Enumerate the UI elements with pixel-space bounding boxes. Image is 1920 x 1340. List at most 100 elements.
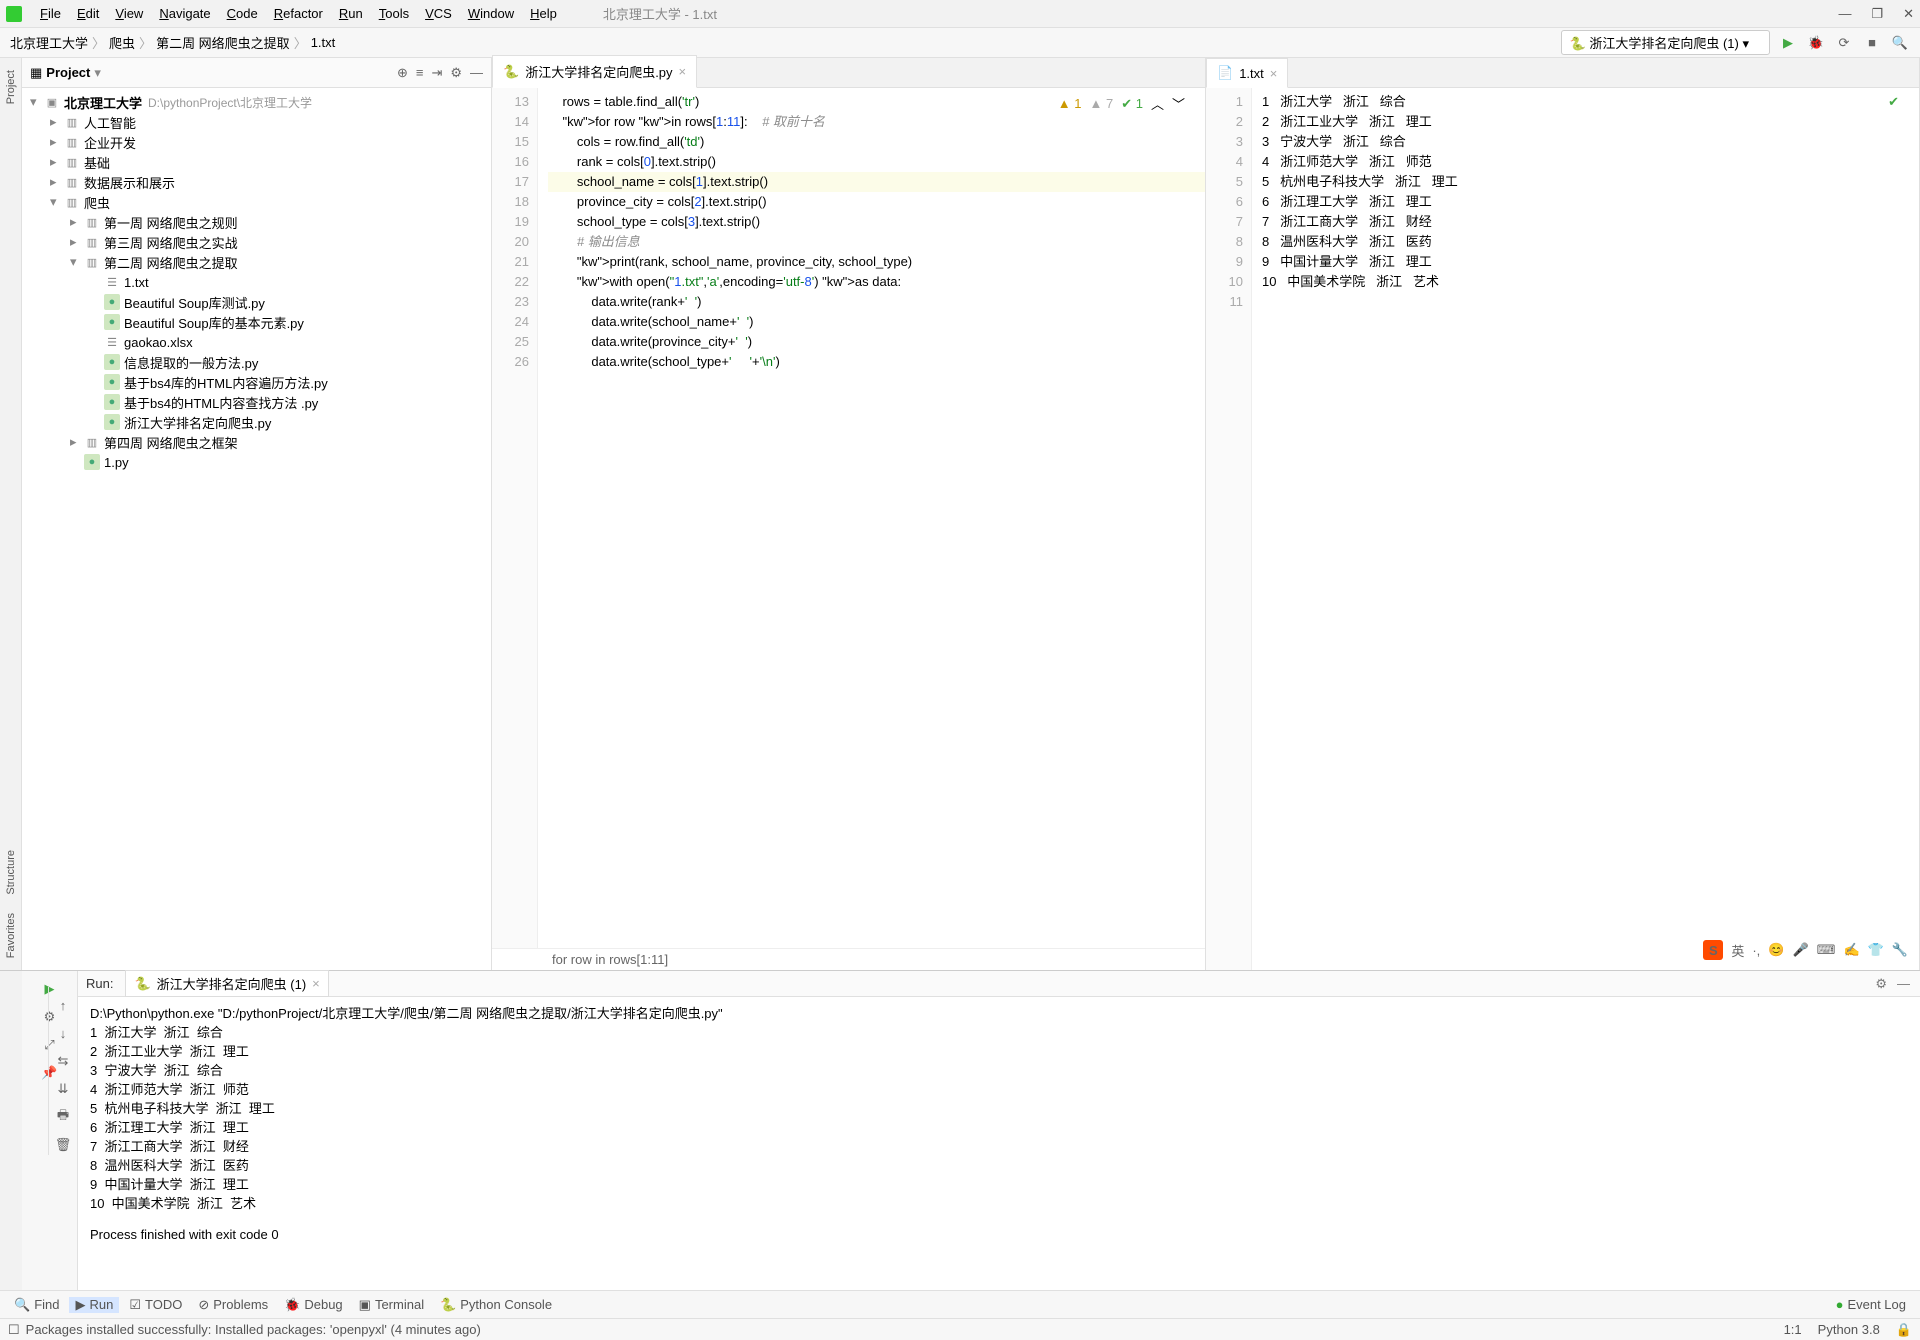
ime-punct-icon[interactable]: ·, xyxy=(1752,943,1760,958)
tree-item[interactable]: ▸▥企业开发 xyxy=(22,132,491,152)
editor-tab-python[interactable]: 🐍 浙江大学排名定向爬虫.py × xyxy=(492,55,697,88)
bottom-tool-strip: 🔍Find▶Run☑TODO⊘Problems🐞Debug▣Terminal🐍P… xyxy=(0,1290,1920,1318)
menu-view[interactable]: View xyxy=(109,6,149,21)
menu-tools[interactable]: Tools xyxy=(373,6,415,21)
caret-position[interactable]: 1:1 xyxy=(1784,1322,1802,1338)
close-button[interactable]: ✕ xyxy=(1903,6,1914,22)
lock-icon[interactable]: 🔒 xyxy=(1896,1322,1912,1338)
close-run-tab-button[interactable]: × xyxy=(312,976,320,991)
ime-hand-icon[interactable]: ✍ xyxy=(1843,942,1859,958)
breadcrumb-item[interactable]: 1.txt xyxy=(311,35,336,50)
soft-wrap-button[interactable]: ⇆ xyxy=(53,1051,73,1071)
tool-run[interactable]: ▶Run xyxy=(69,1297,119,1313)
up-stack-button[interactable]: ↑ xyxy=(53,995,73,1015)
menu-edit[interactable]: Edit xyxy=(71,6,105,21)
debug-button[interactable]: 🐞 xyxy=(1806,33,1826,53)
structure-tool-tab[interactable]: Structure xyxy=(5,846,17,899)
hide-run-button[interactable]: — xyxy=(1897,976,1910,992)
sogou-icon[interactable]: S xyxy=(1703,940,1723,960)
tree-item[interactable]: ●Beautiful Soup库的基本元素.py xyxy=(22,312,491,332)
hide-button[interactable]: — xyxy=(470,65,483,81)
menu-file[interactable]: File xyxy=(34,6,67,21)
close-tab-button[interactable]: × xyxy=(679,64,687,79)
tool-problems[interactable]: ⊘Problems xyxy=(192,1297,274,1313)
breadcrumb-item[interactable]: 北京理工大学 xyxy=(10,33,88,52)
run-settings-button[interactable]: ⚙ xyxy=(1875,976,1887,992)
tree-root[interactable]: ▾▣北京理工大学D:\pythonProject\北京理工大学 xyxy=(22,92,491,112)
print-button[interactable]: 🖶 xyxy=(53,1107,73,1127)
collapse-all-button[interactable]: ⇥ xyxy=(431,65,442,81)
scroll-end-button[interactable]: ⇊ xyxy=(53,1079,73,1099)
breadcrumb-item[interactable]: 第二周 网络爬虫之提取 xyxy=(156,33,290,52)
menu-run[interactable]: Run xyxy=(333,6,369,21)
tree-item[interactable]: ☰gaokao.xlsx xyxy=(22,332,491,352)
run-button[interactable]: ▶ xyxy=(1778,33,1798,53)
tree-item[interactable]: ●1.py xyxy=(22,452,491,472)
tree-item[interactable]: ☰1.txt xyxy=(22,272,491,292)
tree-item[interactable]: ▾▥第二周 网络爬虫之提取 xyxy=(22,252,491,272)
clear-button[interactable]: 🗑 xyxy=(53,1135,73,1155)
menu-help[interactable]: Help xyxy=(524,6,563,21)
ime-tool-icon[interactable]: 🔧 xyxy=(1892,942,1908,958)
prev-highlight-button[interactable]: ︿ xyxy=(1151,94,1164,113)
tree-item[interactable]: ●基于bs4库的HTML内容遍历方法.py xyxy=(22,372,491,392)
ime-skin-icon[interactable]: 👕 xyxy=(1868,942,1884,958)
menu-code[interactable]: Code xyxy=(221,6,264,21)
locate-button[interactable]: ⊕ xyxy=(397,65,408,81)
status-message: Packages installed successfully: Install… xyxy=(26,1322,481,1337)
ime-toolbar[interactable]: S 英 ·, 😊 🎤 ⌨ ✍ 👕 🔧 xyxy=(1699,936,1912,964)
window-title: 北京理工大学 - 1.txt xyxy=(603,4,717,23)
tool-python-console[interactable]: 🐍Python Console xyxy=(434,1297,558,1313)
tool-todo[interactable]: ☑TODO xyxy=(123,1297,188,1313)
run-console[interactable]: D:\Python\python.exe "D:/pythonProject/北… xyxy=(78,997,1920,1290)
chevron-down-icon[interactable]: ▾ xyxy=(94,65,101,81)
tree-item[interactable]: ●Beautiful Soup库测试.py xyxy=(22,292,491,312)
ime-emoji-icon[interactable]: 😊 xyxy=(1768,942,1784,958)
tree-item[interactable]: ▸▥基础 xyxy=(22,152,491,172)
menu-vcs[interactable]: VCS xyxy=(419,6,458,21)
inspection-widget[interactable]: ▲ 1 ▲ 7 ✔ 1 ︿ ﹀ xyxy=(1054,92,1189,115)
tree-item[interactable]: ▾▥爬虫 xyxy=(22,192,491,212)
coverage-button[interactable]: ⟳ xyxy=(1834,33,1854,53)
favorites-tool-tab[interactable]: Favorites xyxy=(5,909,17,962)
editor-breadcrumb[interactable]: for row in rows[1:11] xyxy=(492,948,1205,970)
tree-item[interactable]: ●信息提取的一般方法.py xyxy=(22,352,491,372)
tool-find[interactable]: 🔍Find xyxy=(8,1297,65,1313)
tree-item[interactable]: ●基于bs4的HTML内容查找方法 .py xyxy=(22,392,491,412)
search-everywhere-button[interactable]: 🔍 xyxy=(1890,33,1910,53)
run-session-tab[interactable]: 🐍 浙江大学排名定向爬虫 (1) × xyxy=(125,970,328,997)
maximize-button[interactable]: ❐ xyxy=(1871,6,1883,22)
run-tool-window: ▶ ⚙ ⤢ 📌 ↑ ↓ ⇆ ⇊ 🖶 🗑 Run: 🐍 浙江大学排名定向爬虫 (1… xyxy=(0,970,1920,1290)
settings-button[interactable]: ⚙ xyxy=(450,65,462,81)
run-label: Run: xyxy=(86,976,113,991)
stop-button[interactable]: ■ xyxy=(1862,33,1882,53)
down-stack-button[interactable]: ↓ xyxy=(53,1023,73,1043)
project-tree[interactable]: ▾▣北京理工大学D:\pythonProject\北京理工大学▸▥人工智能▸▥企… xyxy=(22,88,491,970)
code-editor-python[interactable]: 1314151617181920212223242526 rows = tabl… xyxy=(492,88,1205,948)
run-config-selector[interactable]: 🐍 浙江大学排名定向爬虫 (1) ▾ xyxy=(1561,30,1770,55)
tree-item[interactable]: ●浙江大学排名定向爬虫.py xyxy=(22,412,491,432)
editor-tab-txt[interactable]: 📄 1.txt × xyxy=(1206,58,1288,88)
ime-lang[interactable]: 英 xyxy=(1731,941,1744,960)
ime-mic-icon[interactable]: 🎤 xyxy=(1792,942,1808,958)
project-tool-tab[interactable]: Project xyxy=(5,66,17,108)
menu-refactor[interactable]: Refactor xyxy=(268,6,329,21)
minimize-button[interactable]: — xyxy=(1838,6,1851,22)
event-log-button[interactable]: ● Event Log xyxy=(1830,1297,1912,1312)
tool-debug[interactable]: 🐞Debug xyxy=(278,1297,349,1313)
tree-item[interactable]: ▸▥第四周 网络爬虫之框架 xyxy=(22,432,491,452)
menu-window[interactable]: Window xyxy=(462,6,520,21)
breadcrumb-item[interactable]: 爬虫 xyxy=(109,33,135,52)
expand-all-button[interactable]: ≡ xyxy=(416,65,424,81)
close-tab-button[interactable]: × xyxy=(1270,66,1278,81)
tree-item[interactable]: ▸▥第三周 网络爬虫之实战 xyxy=(22,232,491,252)
tool-terminal[interactable]: ▣Terminal xyxy=(353,1297,430,1313)
python-interpreter[interactable]: Python 3.8 xyxy=(1818,1322,1880,1338)
tree-item[interactable]: ▸▥人工智能 xyxy=(22,112,491,132)
menu-navigate[interactable]: Navigate xyxy=(153,6,216,21)
next-highlight-button[interactable]: ﹀ xyxy=(1172,94,1185,113)
ime-keyboard-icon[interactable]: ⌨ xyxy=(1817,942,1836,958)
tree-item[interactable]: ▸▥数据展示和展示 xyxy=(22,172,491,192)
tree-item[interactable]: ▸▥第一周 网络爬虫之规则 xyxy=(22,212,491,232)
code-editor-txt[interactable]: 1234567891011 1 浙江大学 浙江 综合2 浙江工业大学 浙江 理工… xyxy=(1206,88,1919,970)
